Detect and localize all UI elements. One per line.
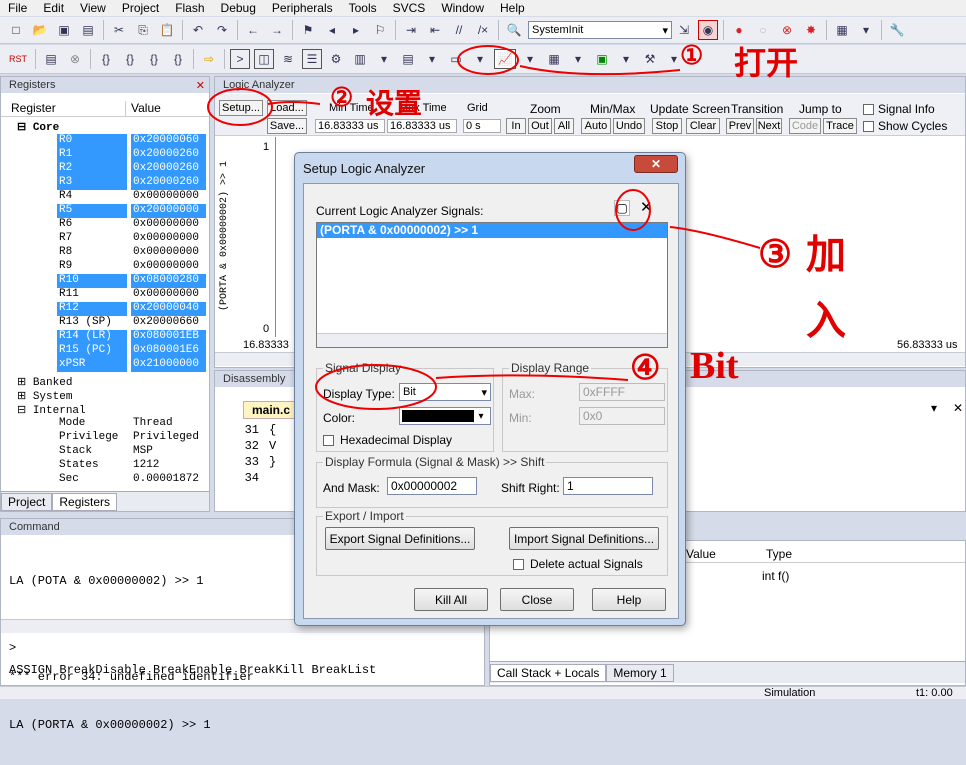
annotation-1-text: 打开 xyxy=(734,45,799,81)
annotation-3-text: 加入 xyxy=(806,233,846,343)
analysis-stroke xyxy=(519,65,681,76)
annotation-4-text: Bit xyxy=(690,345,739,387)
display-type-stroke xyxy=(435,374,629,381)
new-signal-circle xyxy=(615,189,651,231)
command-line: LA (PORTA & 0x00000002) >> 1 xyxy=(9,718,211,732)
new-signal-stroke xyxy=(669,226,761,249)
annotation-1-number: ① xyxy=(680,40,704,70)
display-type-circle xyxy=(315,364,437,410)
annotation-4-number: ④ xyxy=(630,349,661,387)
annotation-3-number: ③ xyxy=(758,234,793,276)
annotation-2-text: 设置 xyxy=(366,88,423,119)
analysis-circle xyxy=(457,45,519,75)
setup-stroke xyxy=(267,101,321,105)
setup-circle xyxy=(207,88,273,126)
annotation-2-number: ② xyxy=(330,82,354,112)
